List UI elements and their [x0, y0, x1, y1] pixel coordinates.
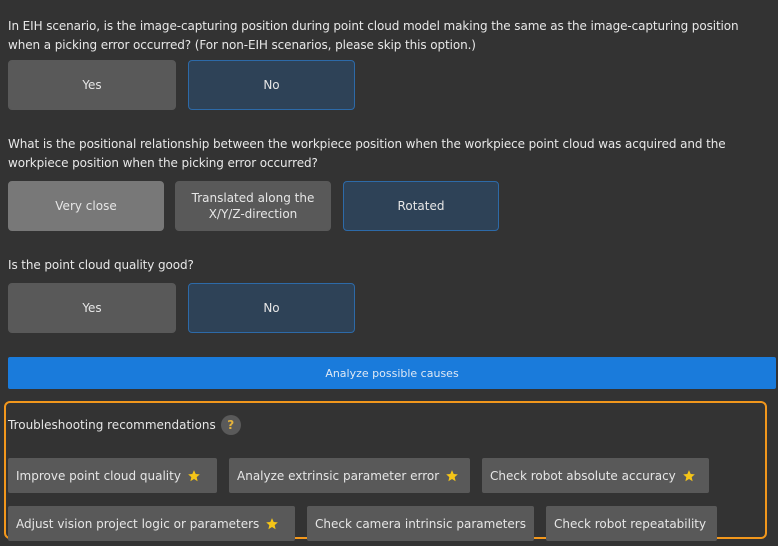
star-icon: [188, 469, 200, 481]
q1-yes-button[interactable]: Yes: [8, 60, 176, 110]
question-eih-position: In EIH scenario, is the image-capturing …: [8, 19, 739, 52]
rec-label: Check robot absolute accuracy: [490, 468, 676, 483]
rec-check-camera-intrinsic-parameters[interactable]: Check camera intrinsic parameters: [307, 506, 534, 541]
recommendations-title: Troubleshooting recommendations: [8, 418, 216, 432]
q2-rotated-button[interactable]: Rotated: [343, 181, 499, 231]
star-icon: [446, 469, 459, 481]
question-point-cloud-quality: Is the point cloud quality good?: [8, 258, 194, 272]
rec-label: Improve point cloud quality: [16, 468, 181, 483]
q2-translated-button[interactable]: Translated along the X/Y/Z-direction: [175, 181, 331, 231]
rec-improve-point-cloud-quality[interactable]: Improve point cloud quality: [8, 458, 217, 493]
analyze-possible-causes-button[interactable]: Analyze possible causes: [8, 357, 776, 389]
recommendations-header: Troubleshooting recommendations ?: [8, 415, 241, 435]
rec-label: Analyze extrinsic parameter error: [237, 468, 440, 483]
help-icon[interactable]: ?: [220, 415, 241, 435]
rec-adjust-vision-project-logic[interactable]: Adjust vision project logic or parameter…: [8, 506, 295, 541]
q2-very-close-button[interactable]: Very close: [8, 181, 164, 231]
q1-no-button[interactable]: No: [188, 60, 355, 110]
rec-label: Adjust vision project logic or parameter…: [16, 516, 260, 531]
rec-analyze-extrinsic-parameter-error[interactable]: Analyze extrinsic parameter error: [229, 458, 470, 493]
rec-label: Check camera intrinsic parameters: [315, 516, 526, 531]
rec-label: Check robot repeatability: [554, 516, 707, 531]
q3-yes-button[interactable]: Yes: [8, 283, 176, 333]
rec-check-robot-repeatability[interactable]: Check robot repeatability: [546, 506, 717, 541]
question-workpiece-relationship: What is the positional relationship betw…: [8, 137, 726, 170]
rec-check-robot-absolute-accuracy[interactable]: Check robot absolute accuracy: [482, 458, 709, 493]
q3-no-button[interactable]: No: [188, 283, 355, 333]
star-icon: [682, 469, 695, 481]
star-icon: [266, 517, 279, 529]
